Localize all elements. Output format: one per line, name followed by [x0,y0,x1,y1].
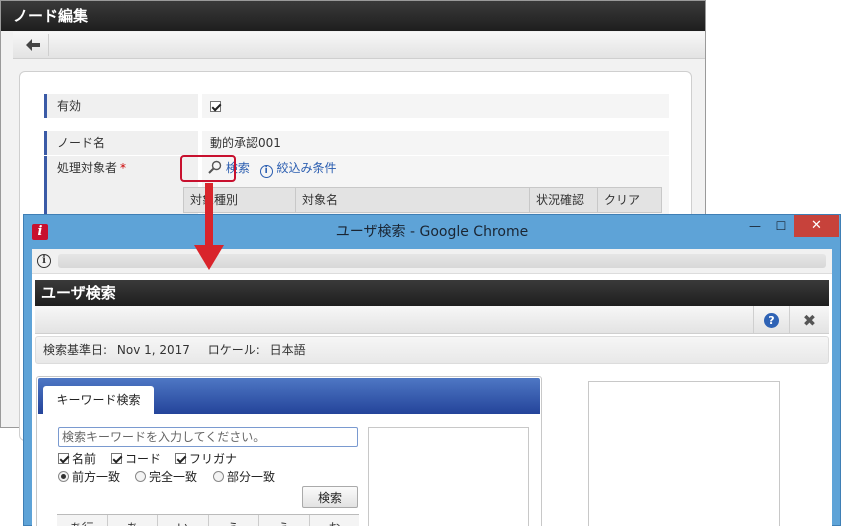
node-name-label: ノード名 [44,131,198,155]
checkbox-name-box[interactable] [58,453,69,464]
column-header-status: 状況確認 [530,188,598,212]
checkbox-code-label: コード [125,452,162,466]
processor-label-text: 処理対象者 [57,161,118,175]
kana-tab-i[interactable]: い [157,515,208,526]
processor-label: 処理対象者 * [44,156,198,216]
app-logo-icon: i [32,224,48,240]
kana-index-row: あ行 あ い う え お [57,514,359,526]
address-field[interactable] [58,254,826,268]
radio-partial-label: 部分一致 [227,470,276,484]
info-circle-icon: i [259,165,273,178]
keyword-search-input[interactable] [58,427,358,447]
kana-tab-o[interactable]: お [308,515,360,526]
locale-label: ロケール: [207,343,260,357]
address-bar: i [32,249,832,274]
column-header-type: 対象種別 [184,188,296,212]
maximize-button[interactable]: ☐ [768,215,794,237]
popup-toolbar: ? ✖ [35,306,829,334]
enabled-checkbox[interactable] [210,101,221,112]
toolbar [13,32,705,59]
filter-link[interactable]: i 絞込み条件 [259,161,337,178]
popup-title: ユーザ検索 [35,280,829,306]
checkbox-kana-box[interactable] [175,453,186,464]
red-arrow-shaft [205,183,213,248]
target-table-header: 対象種別 対象名 状況確認 クリア [183,187,662,213]
kana-tab-u[interactable]: う [207,515,259,526]
required-mark: * [120,161,127,175]
checkbox-name[interactable]: 名前 [58,450,96,467]
help-icon: ? [764,312,779,328]
tab-keyword-search[interactable]: キーワード検索 [43,386,154,414]
close-popup-button[interactable]: ✖ [789,306,829,334]
chrome-window-title: ユーザ検索 - Google Chrome [335,224,529,240]
keyword-search-panel: キーワード検索 名前 コード フリガナ 前方一致 完全一致 [36,376,542,526]
minimize-button[interactable]: — [742,215,768,237]
page-title: ノード編集 [1,1,705,31]
arrow-left-icon [25,39,40,51]
site-info-icon[interactable]: i [37,254,51,268]
base-date-value: Nov 1, 2017 [116,343,190,357]
radio-partial-match[interactable]: 部分一致 [213,468,275,485]
filter-link-label: 絞込み条件 [276,161,337,175]
checkbox-kana-label: フリガナ [189,452,238,466]
checkbox-code[interactable]: コード [111,450,161,467]
checkbox-kana[interactable]: フリガナ [175,450,237,467]
node-name-value: 動的承認001 [202,131,669,155]
tab-strip: キーワード検索 [38,378,540,414]
enabled-label: 有効 [44,94,198,118]
radio-prefix-match[interactable]: 前方一致 [58,468,120,485]
close-icon: ✖ [802,310,817,330]
search-info-strip: 検索基準日: Nov 1, 2017 ロケール: 日本語 [35,336,829,364]
checkbox-name-label: 名前 [72,452,97,466]
radio-exact-label: 完全一致 [149,470,198,484]
base-date-label: 検索基準日: [43,343,108,357]
radio-exact-match[interactable]: 完全一致 [135,468,197,485]
selected-users-box [588,381,780,526]
radio-partial-circle[interactable] [213,471,224,482]
search-results-box [368,427,529,526]
enabled-value [202,94,669,118]
back-button[interactable] [17,34,49,56]
chrome-content: i ユーザ検索 ? ✖ 検索基準日: Nov 1, 2017 ロケール: 日本語… [32,249,832,526]
highlight-box [180,155,236,182]
search-button[interactable]: 検索 [302,486,358,508]
kana-tab-a-row[interactable]: あ行 [57,515,107,526]
user-search-chrome-window: ユーザ検索 - Google Chrome i — ☐ ✕ i ユーザ検索 ? … [23,214,841,526]
close-window-button[interactable]: ✕ [794,215,839,237]
column-header-name: 対象名 [296,188,530,212]
column-header-clear: クリア [604,193,641,207]
radio-prefix-label: 前方一致 [72,470,121,484]
radio-prefix-circle[interactable] [58,471,69,482]
radio-exact-circle[interactable] [135,471,146,482]
red-arrow-head [194,245,224,270]
kana-tab-e[interactable]: え [258,515,309,526]
help-button[interactable]: ? [753,306,789,334]
kana-tab-a[interactable]: あ [106,515,158,526]
locale-value: 日本語 [269,343,306,357]
chrome-titlebar: ユーザ検索 - Google Chrome i — ☐ ✕ [24,215,840,249]
checkbox-code-box[interactable] [111,453,122,464]
